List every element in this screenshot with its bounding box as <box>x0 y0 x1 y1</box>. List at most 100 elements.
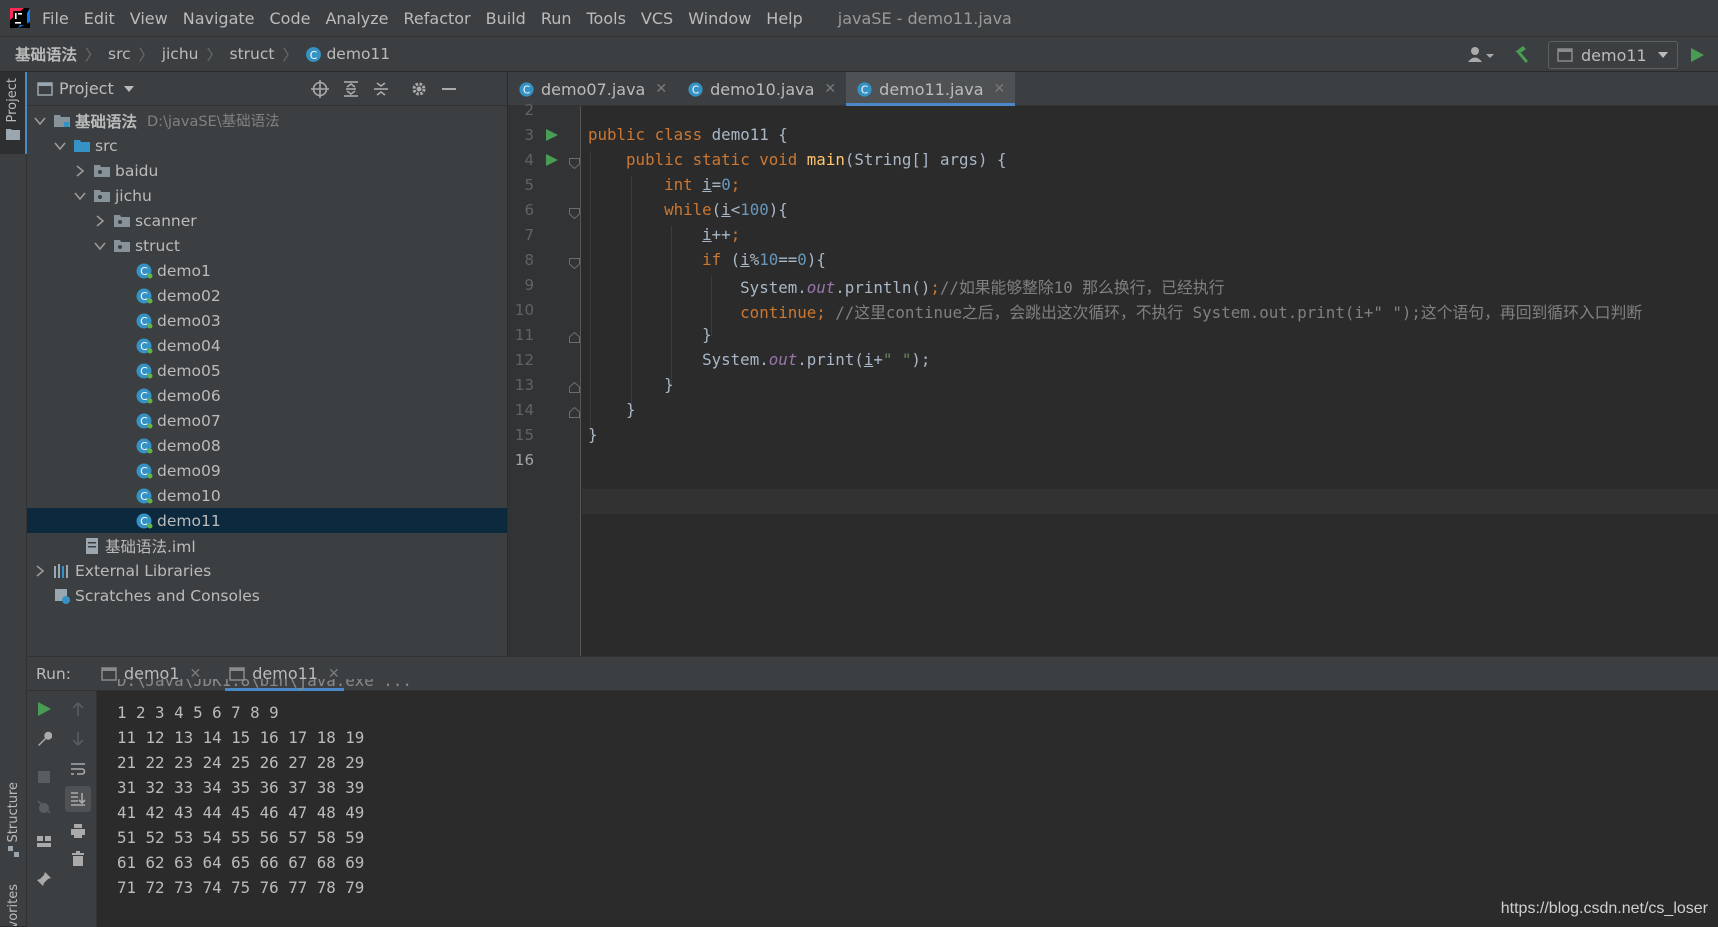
menu-navigate[interactable]: Navigate <box>183 9 255 28</box>
tab-demo11[interactable]: C demo11.java ✕ <box>846 72 1015 106</box>
tree-item-label: src <box>95 137 118 155</box>
chevron-right-icon[interactable] <box>93 214 107 228</box>
chevron-down-icon[interactable] <box>73 189 87 203</box>
arrow-up-icon[interactable] <box>70 701 86 717</box>
run-configuration-select[interactable]: demo11 <box>1548 41 1678 69</box>
tree-item-demo11[interactable]: C demo11 <box>27 508 507 533</box>
number-literal: 100 <box>740 200 769 219</box>
tree-item-demo09[interactable]: C demo09 <box>27 458 507 483</box>
tree-item-demo02[interactable]: C demo02 <box>27 283 507 308</box>
project-panel-header: Project <box>27 72 507 106</box>
tree-item-module-root[interactable]: 基础语法 D:\javaSE\基础语法 <box>27 108 507 133</box>
tree-item-scanner[interactable]: scanner <box>27 208 507 233</box>
close-icon[interactable]: ✕ <box>824 81 836 97</box>
hide-panel-icon[interactable] <box>440 80 458 98</box>
tree-item-demo1[interactable]: C demo1 <box>27 258 507 283</box>
menu-run[interactable]: Run <box>541 9 572 28</box>
run-gutter-icon[interactable] <box>545 153 559 167</box>
chevron-down-icon[interactable] <box>123 84 135 94</box>
tree-item-demo10[interactable]: C demo10 <box>27 483 507 508</box>
stop-icon[interactable] <box>36 769 52 785</box>
breadcrumb-src[interactable]: src <box>108 45 131 63</box>
menu-refactor[interactable]: Refactor <box>404 9 471 28</box>
fold-marker-icon[interactable] <box>569 258 580 269</box>
pin-icon[interactable] <box>36 871 52 887</box>
menu-file[interactable]: File <box>42 9 69 28</box>
package-icon <box>113 212 131 230</box>
chevron-down-icon[interactable] <box>93 239 107 253</box>
chevron-right-icon[interactable] <box>33 564 47 578</box>
code-text: ( <box>712 200 722 219</box>
user-icon[interactable] <box>1466 45 1498 65</box>
menu-view[interactable]: View <box>130 9 168 28</box>
menu-window[interactable]: Window <box>688 9 751 28</box>
structure-tool-tab[interactable]: Structure <box>0 772 27 872</box>
fold-marker-icon[interactable] <box>569 158 580 169</box>
console-output[interactable]: D:\Java\JDK1.8\bin\java.exe ... 1 2 3 4 … <box>117 691 1717 927</box>
tree-item-jichu[interactable]: jichu <box>27 183 507 208</box>
console-output-line: 31 32 33 34 35 36 37 38 39 <box>117 778 364 797</box>
source-folder-icon <box>73 137 91 155</box>
breadcrumb-project[interactable]: 基础语法 <box>15 43 77 65</box>
tree-item-demo04[interactable]: C demo04 <box>27 333 507 358</box>
tree-item-src[interactable]: src <box>27 133 507 158</box>
close-icon[interactable]: ✕ <box>655 81 667 97</box>
tree-item-iml-file[interactable]: 基础语法.iml <box>27 533 507 558</box>
chevron-down-icon[interactable] <box>53 139 67 153</box>
arrow-down-icon[interactable] <box>70 731 86 747</box>
layout-icon[interactable] <box>36 833 52 849</box>
expand-all-icon[interactable] <box>342 80 360 98</box>
fold-marker-icon[interactable] <box>569 208 580 219</box>
java-class-icon: C <box>687 81 704 98</box>
locate-target-icon[interactable] <box>311 80 329 98</box>
favorites-tool-tab[interactable]: vorites <box>0 878 27 926</box>
run-icon[interactable] <box>1688 46 1706 64</box>
menu-code[interactable]: Code <box>270 9 311 28</box>
collapse-all-icon[interactable] <box>372 80 390 98</box>
tree-item-baidu[interactable]: baidu <box>27 158 507 183</box>
tab-demo10[interactable]: C demo10.java ✕ <box>677 72 846 106</box>
structure-tool-tab-label: Structure <box>6 782 21 842</box>
breadcrumb-demo11[interactable]: C demo11 <box>305 45 390 63</box>
close-icon[interactable]: ✕ <box>994 81 1006 97</box>
menu-vcs[interactable]: VCS <box>641 9 673 28</box>
gear-icon[interactable] <box>410 80 428 98</box>
tree-item-external-libraries[interactable]: External Libraries <box>27 558 507 583</box>
run-gutter-icon[interactable] <box>545 128 559 142</box>
breadcrumb-separator: 〉 <box>85 44 100 65</box>
soft-wrap-icon[interactable] <box>70 761 86 777</box>
menu-edit[interactable]: Edit <box>84 9 115 28</box>
scroll-to-end-button[interactable] <box>65 786 91 812</box>
breadcrumb-struct[interactable]: struct <box>230 45 275 63</box>
trash-icon[interactable] <box>70 851 86 867</box>
menu-analyze[interactable]: Analyze <box>325 9 388 28</box>
tree-item-demo05[interactable]: C demo05 <box>27 358 507 383</box>
build-hammer-icon[interactable] <box>1512 44 1536 66</box>
chevron-right-icon[interactable] <box>73 164 87 178</box>
rerun-icon[interactable] <box>36 701 52 717</box>
tree-item-demo07[interactable]: C demo07 <box>27 408 507 433</box>
tree-item-demo06[interactable]: C demo06 <box>27 383 507 408</box>
wrench-icon[interactable] <box>36 731 52 747</box>
breadcrumb-jichu[interactable]: jichu <box>162 45 199 63</box>
code-text: } <box>626 400 636 419</box>
project-panel-title[interactable]: Project <box>59 79 114 98</box>
debug-disabled-icon[interactable] <box>36 799 52 815</box>
chevron-down-icon[interactable] <box>33 114 47 128</box>
tree-item-demo08[interactable]: C demo08 <box>27 433 507 458</box>
comment: //这里continue之后，会跳出这次循环，不执行 System.out.pr… <box>826 303 1642 322</box>
print-icon[interactable] <box>70 823 86 839</box>
tree-item-struct[interactable]: struct <box>27 233 507 258</box>
project-tool-tab[interactable]: Project <box>0 72 27 154</box>
variable: i <box>702 175 712 194</box>
fold-marker-icon[interactable] <box>569 332 580 343</box>
keyword: if <box>702 250 721 269</box>
menu-tools[interactable]: Tools <box>587 9 626 28</box>
tree-item-demo03[interactable]: C demo03 <box>27 308 507 333</box>
menu-help[interactable]: Help <box>766 9 802 28</box>
menu-build[interactable]: Build <box>486 9 526 28</box>
tree-item-scratches[interactable]: Scratches and Consoles <box>27 583 507 608</box>
fold-marker-icon[interactable] <box>569 407 580 418</box>
code-editor[interactable]: 2 3 4 5 6 7 8 9 10 11 12 13 14 15 16 pub… <box>508 106 1718 656</box>
fold-marker-icon[interactable] <box>569 382 580 393</box>
